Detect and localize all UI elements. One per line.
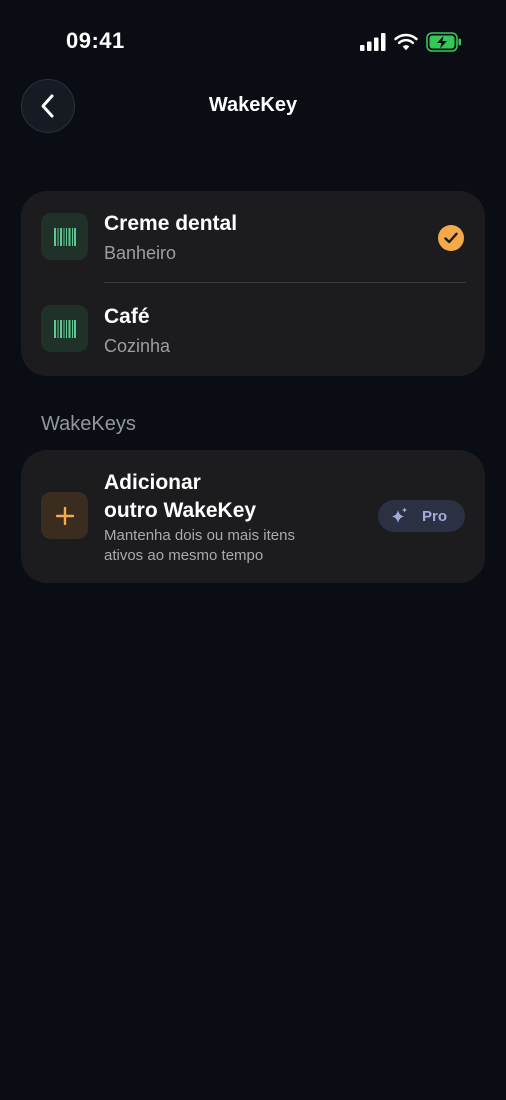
section-header: WakeKeys xyxy=(41,413,136,435)
barcode-icon xyxy=(53,319,76,338)
wakekey-screen: 09:41 WakeKey Creme dental Banheiro Café… xyxy=(0,0,506,1100)
item-icon xyxy=(41,305,88,352)
add-subtitle-line2: ativos ao mesmo tempo xyxy=(104,547,264,564)
cellular-signal-icon xyxy=(360,33,386,51)
wifi-icon xyxy=(394,33,418,51)
add-title-line1: Adicionar xyxy=(104,471,201,494)
items-card: Creme dental Banheiro Café Cozinha xyxy=(21,191,485,376)
selected-badge xyxy=(438,225,464,251)
status-icons xyxy=(360,31,462,53)
page-title: WakeKey xyxy=(208,94,298,116)
add-subtitle-line1: Mantenha dois ou mais itens xyxy=(104,527,295,544)
add-title: Adicionar outro WakeKey xyxy=(104,469,304,525)
sparkles-icon xyxy=(392,507,407,523)
add-title-line2: outro WakeKey xyxy=(104,499,257,522)
add-icon-tile xyxy=(41,492,88,539)
add-wakekey-button[interactable]: Adicionar outro WakeKey Mantenha dois ou… xyxy=(21,450,485,583)
status-bar: 09:41 xyxy=(0,0,506,84)
barcode-icon xyxy=(53,227,76,246)
item-row-creme-dental[interactable]: Creme dental Banheiro xyxy=(21,191,485,283)
item-row-cafe[interactable]: Café Cozinha xyxy=(21,283,485,375)
plus-icon xyxy=(55,506,74,525)
battery-charging-icon xyxy=(426,32,461,52)
item-name: Creme dental xyxy=(104,212,238,235)
item-location: Cozinha xyxy=(104,336,171,356)
status-time: 09:41 xyxy=(66,28,125,53)
item-location: Banheiro xyxy=(104,243,177,263)
checkmark-icon xyxy=(444,232,458,244)
item-icon xyxy=(41,213,88,260)
pro-badge: Pro xyxy=(378,500,465,532)
add-subtitle: Mantenha dois ou mais itens ativos ao me… xyxy=(104,526,334,566)
item-name: Café xyxy=(104,305,150,328)
pro-label: Pro xyxy=(422,507,448,525)
